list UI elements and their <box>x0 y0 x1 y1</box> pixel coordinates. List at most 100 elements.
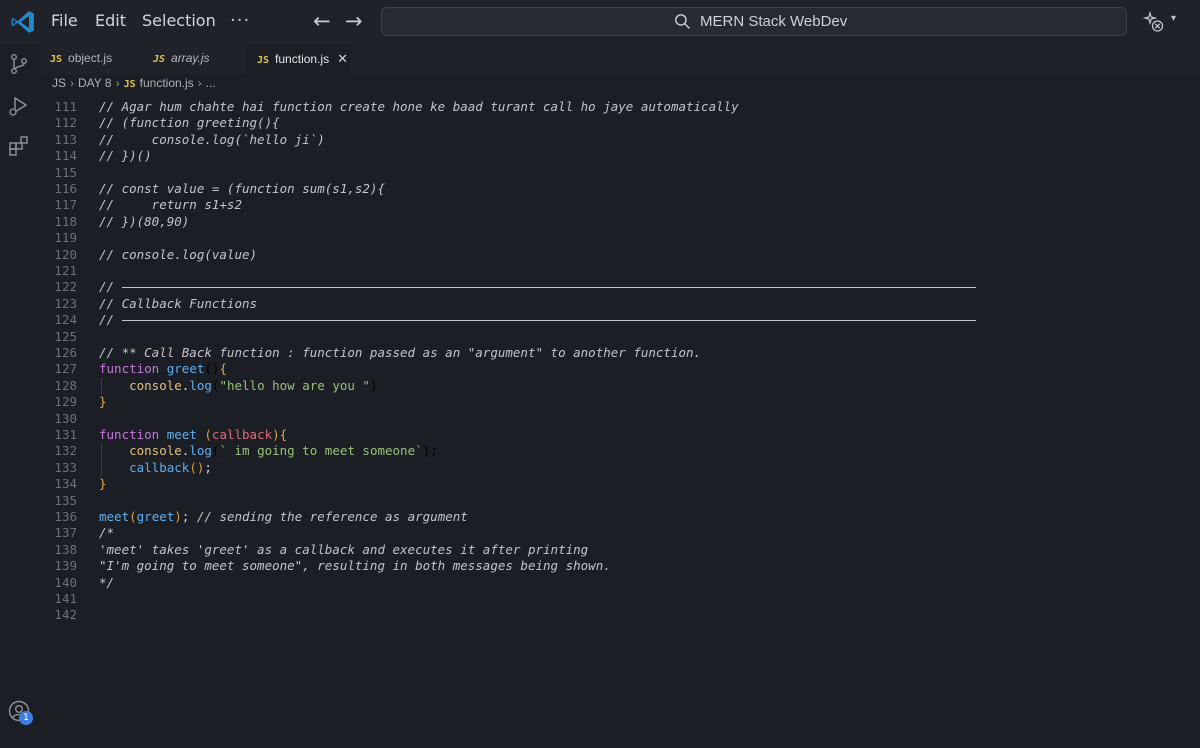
tab-function-js[interactable]: JS function.js ✕ <box>246 44 350 74</box>
code-text: // })() <box>99 148 152 164</box>
line-number: 131 <box>54 427 77 442</box>
menu-edit[interactable]: Edit <box>95 11 126 30</box>
activity-bar <box>0 44 40 748</box>
js-file-icon: JS <box>153 54 166 65</box>
code-line: 113 // console.log(`hello ji`) <box>40 132 1200 148</box>
line-number: 123 <box>54 295 77 311</box>
chevron-right-icon: › <box>115 76 120 90</box>
code-text: } <box>99 476 107 492</box>
code-text: function greet(){ <box>99 361 227 377</box>
close-icon[interactable]: ✕ <box>337 51 348 66</box>
code-line: 133 callback(); <box>40 460 1200 476</box>
code-text: // Agar hum chahte hai function create h… <box>99 99 739 114</box>
code-text: console.log(` im going to meet someone`)… <box>129 443 438 459</box>
code-line: 129} <box>40 394 1200 410</box>
menu-selection[interactable]: Selection <box>142 11 216 30</box>
code-line: 136 meet(greet); // sending the reference… <box>40 509 1200 525</box>
line-number: 127 <box>54 361 77 377</box>
code-line: 141 <box>40 591 1200 607</box>
code-line-partial: // ** // (IIFE): IIFE: Immediately Invok… <box>40 90 1200 98</box>
chevron-down-icon[interactable]: ▾ <box>1171 13 1176 24</box>
code-line: 118 // })(80,90) <box>40 214 1200 230</box>
copilot-icon[interactable] <box>1142 10 1166 34</box>
line-number: 114 <box>54 148 77 164</box>
code-line: 111 // Agar hum chahte hai function creat… <box>40 99 1200 115</box>
search-icon <box>675 14 690 29</box>
line-number: 140 <box>54 574 77 590</box>
line-number: 139 <box>54 558 77 574</box>
code-line: 120 // console.log(value) <box>40 247 1200 263</box>
code-text: // })(80,90) <box>99 213 190 229</box>
line-number: 141 <box>54 591 77 606</box>
code-line: 123 // Callback Functions <box>40 296 1200 312</box>
line-number: 118 <box>54 213 77 229</box>
code-line: 119 <box>40 230 1200 246</box>
code-text: console.log("hello how are you ") <box>129 377 378 393</box>
code-line: 130 <box>40 411 1200 427</box>
line-number: 133 <box>54 459 77 475</box>
code-line: 140 */ <box>40 575 1200 591</box>
search-text: MERN Stack WebDev <box>700 13 848 30</box>
code-text: /* <box>99 525 115 541</box>
breadcrumb-tail[interactable]: ... <box>206 76 216 90</box>
breadcrumb-root[interactable]: JS <box>52 76 66 90</box>
code-text: // console.log(value) <box>99 246 258 262</box>
line-number: 121 <box>54 263 77 278</box>
code-text: */ <box>99 574 115 590</box>
line-number: 119 <box>54 230 77 246</box>
menu-file[interactable]: File <box>51 11 78 30</box>
line-number: 137 <box>54 525 77 541</box>
indent-guide <box>101 377 102 395</box>
code-text: function meet (callback){ <box>99 427 288 442</box>
tab-bar: JS object.js JS array.js JS function.js ✕ <box>40 44 1200 74</box>
chevron-right-icon: › <box>197 76 202 90</box>
code-line: 139 "I'm going to meet someone", resultin… <box>40 558 1200 574</box>
source-control-icon[interactable] <box>7 52 31 76</box>
line-number: 134 <box>54 476 77 492</box>
back-arrow-icon[interactable]: ← <box>313 9 331 33</box>
tab-array-js[interactable]: JS array.js <box>153 44 248 74</box>
extensions-icon[interactable] <box>7 134 31 158</box>
line-number: 116 <box>54 181 77 196</box>
code-line: 132 console.log(` im going to meet someo… <box>40 443 1200 459</box>
line-number: 132 <box>54 443 77 459</box>
code-text: callback(); <box>129 459 212 475</box>
command-center-search[interactable]: MERN Stack WebDev <box>381 7 1127 36</box>
chevron-right-icon: › <box>70 76 75 90</box>
code-line: 121 <box>40 263 1200 279</box>
line-number: 112 <box>54 115 77 131</box>
code-line: 117 // return s1+s2 <box>40 197 1200 213</box>
line-number: 120 <box>54 246 77 262</box>
line-number: 115 <box>54 164 77 180</box>
line-number: 136 <box>54 509 77 524</box>
menu-more-button[interactable]: ··· <box>230 10 250 31</box>
line-number: 111 <box>54 99 77 114</box>
line-number: 125 <box>54 328 77 344</box>
separator-rule <box>122 320 976 322</box>
code-line: 135 <box>40 493 1200 509</box>
code-line: 131 function meet (callback){ <box>40 427 1200 443</box>
code-text: } <box>99 394 107 410</box>
code-line: 112 // (function greeting(){ <box>40 115 1200 131</box>
code-line: 127 function greet(){ <box>40 361 1200 377</box>
forward-arrow-icon[interactable]: → <box>345 9 363 33</box>
line-number: 142 <box>54 607 77 623</box>
run-debug-icon[interactable] <box>7 94 31 118</box>
code-line: 125 <box>40 329 1200 345</box>
code-line: 128 console.log("hello how are you ") <box>40 378 1200 394</box>
line-number: 135 <box>54 492 77 508</box>
line-number: 129 <box>54 394 77 410</box>
tab-object-js[interactable]: JS object.js <box>50 44 145 74</box>
code-line: 126 // ** Call Back function : function p… <box>40 345 1200 361</box>
line-number: 128 <box>54 377 77 393</box>
line-number: 122 <box>54 279 77 295</box>
line-number: 113 <box>54 131 77 147</box>
breadcrumb-folder[interactable]: DAY 8 <box>78 76 112 90</box>
code-editor[interactable]: // ** // (IIFE): IIFE: Immediately Invok… <box>40 90 1200 748</box>
code-line: 138 'meet' takes 'greet' as a callback an… <box>40 542 1200 558</box>
code-text: 'meet' takes 'greet' as a callback and e… <box>99 541 589 557</box>
code-line: 114 // })() <box>40 148 1200 164</box>
line-number: 130 <box>54 410 77 426</box>
breadcrumb-file[interactable]: function.js <box>140 76 194 90</box>
code-line: 134} <box>40 476 1200 492</box>
